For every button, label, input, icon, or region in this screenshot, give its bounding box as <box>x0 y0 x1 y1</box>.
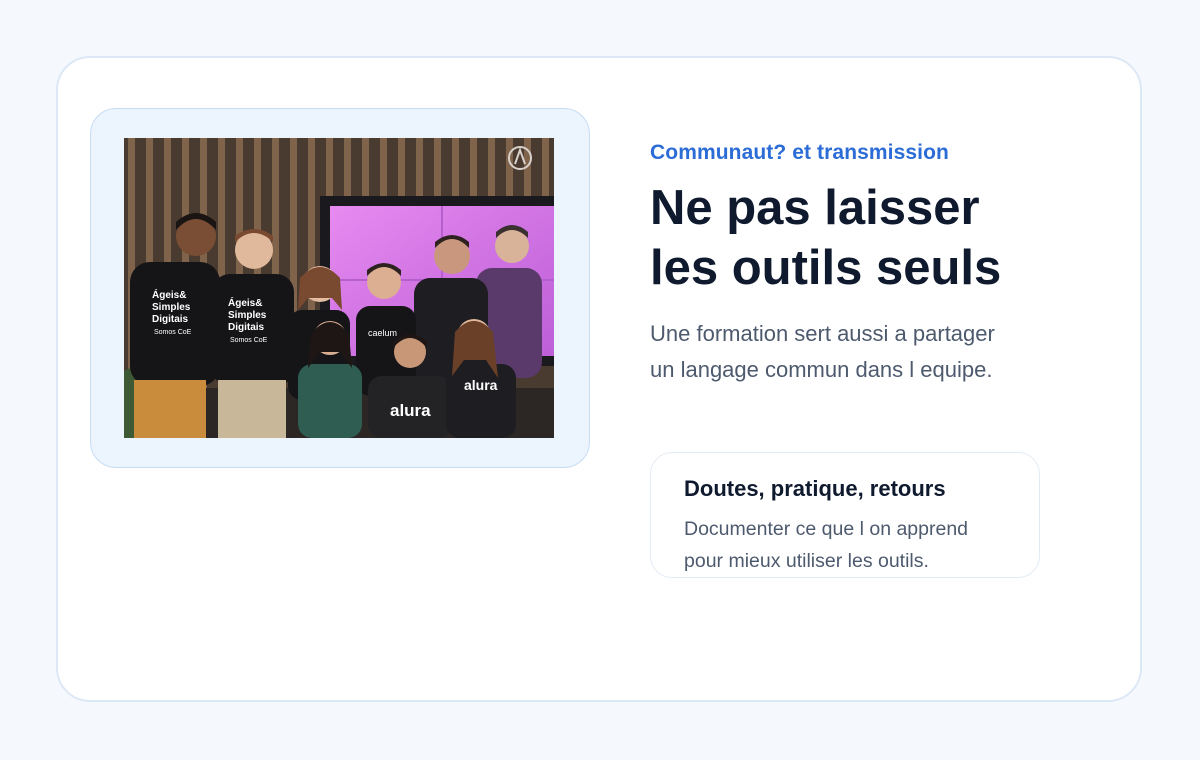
shirt-text: Simples <box>228 310 267 321</box>
section-description: Une formation sert aussi a partager un l… <box>650 316 1070 388</box>
headline-line: Ne pas laisser <box>650 181 980 235</box>
shirt-text: Ágeis& <box>228 296 262 309</box>
section-eyebrow: Communaut? et transmission <box>650 141 949 164</box>
note-body-line: Documenter ce que l on apprend <box>684 518 969 540</box>
team-photo: Ágeis& Simples Digitais Somos CoE Ágeis&… <box>124 138 554 438</box>
note-body-line: pour mieux utiliser les outils. <box>684 550 929 572</box>
shirt-text: Simples <box>152 302 191 313</box>
shirt-text: caelum <box>368 328 397 338</box>
description-line: Une formation sert aussi a partager <box>650 321 995 346</box>
shirt-text: Ágeis& <box>152 288 186 301</box>
note-card-body: Documenter ce que l on apprend pour mieu… <box>684 513 1039 577</box>
shirt-text: Digitais <box>228 322 265 333</box>
note-card-title: Doutes, pratique, retours <box>684 476 946 501</box>
description-line: un langage commun dans l equipe. <box>650 357 993 382</box>
shirt-text: Digitais <box>152 314 189 325</box>
headline-line: les outils seuls <box>650 241 1002 295</box>
note-card: Doutes, pratique, retours Documenter ce … <box>650 452 1040 578</box>
shirt-text: alura <box>390 401 431 420</box>
shirt-text: alura <box>464 377 498 393</box>
shirt-text: Somos CoE <box>154 329 192 336</box>
section-headline: Ne pas laisser les outils seuls <box>650 178 1090 298</box>
shirt-text: Somos CoE <box>230 337 268 344</box>
